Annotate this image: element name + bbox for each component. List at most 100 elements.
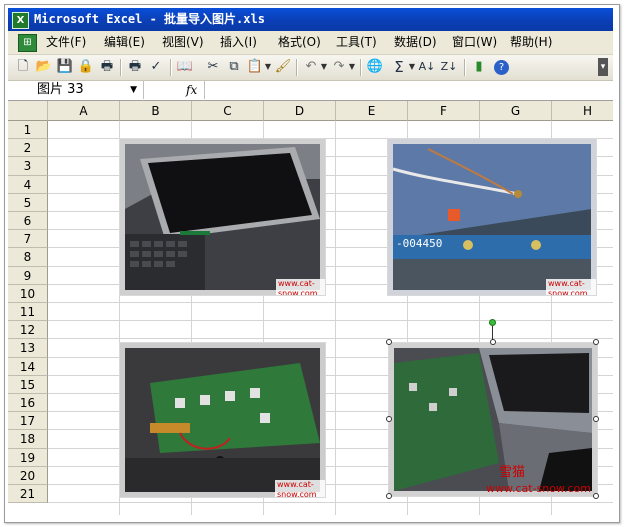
menu-format[interactable]: 格式(O): [278, 34, 321, 51]
copy-icon[interactable]: ⧉: [225, 58, 243, 76]
gridline: [48, 302, 613, 303]
row-header[interactable]: 16: [8, 394, 48, 413]
row-header[interactable]: 12: [8, 321, 48, 340]
menu-edit[interactable]: 编辑(E): [104, 34, 145, 51]
formula-input[interactable]: [204, 81, 610, 99]
motherboard-image: [120, 343, 325, 497]
column-header-d[interactable]: D: [264, 101, 336, 121]
watermark-text: www.cat-snow.com: [486, 482, 591, 495]
row-header[interactable]: 17: [8, 412, 48, 431]
name-box[interactable]: 图片 33 ▼: [11, 81, 144, 99]
row-header[interactable]: 1: [8, 121, 48, 140]
column-header-a[interactable]: A: [48, 101, 120, 121]
print-preview-icon[interactable]: 🖶: [126, 58, 144, 76]
resize-handle-se[interactable]: [593, 493, 599, 499]
menu-insert[interactable]: 插入(I): [220, 34, 257, 51]
paste-icon[interactable]: 📋: [246, 58, 264, 76]
column-header-e[interactable]: E: [336, 101, 408, 121]
watermark-text: www.cat-snow.com: [546, 279, 596, 295]
picture-laptop-open[interactable]: 雪猫 www.cat-snow.com: [389, 343, 597, 496]
column-header-c[interactable]: C: [192, 101, 264, 121]
chart-wizard-icon[interactable]: ▮: [470, 58, 488, 76]
resize-handle-sw[interactable]: [386, 493, 392, 499]
toolbar-separator: [360, 59, 362, 76]
row-header[interactable]: 2: [8, 139, 48, 158]
row-header[interactable]: 15: [8, 375, 48, 394]
excel-icon: X: [12, 12, 29, 29]
cut-icon[interactable]: ✂: [204, 58, 222, 76]
column-header-g[interactable]: G: [480, 101, 552, 121]
row-header[interactable]: 11: [8, 303, 48, 322]
menu-help[interactable]: 帮助(H): [510, 34, 552, 51]
row-header[interactable]: 20: [8, 466, 48, 485]
column-header-f[interactable]: F: [408, 101, 480, 121]
resize-handle-w[interactable]: [386, 416, 392, 422]
resize-handle-nw[interactable]: [386, 339, 392, 345]
column-header-b[interactable]: B: [120, 101, 192, 121]
redo-icon[interactable]: ↷: [330, 58, 348, 76]
rotate-handle[interactable]: [489, 319, 496, 326]
menu-bar: ⊞ 文件(F) 编辑(E) 视图(V) 插入(I) 格式(O) 工具(T) 数据…: [8, 31, 613, 55]
resize-handle-n[interactable]: [490, 339, 496, 345]
window-title: Microsoft Excel - 批量导入图片.xls: [34, 12, 265, 26]
menu-file[interactable]: 文件(F): [46, 34, 86, 51]
menu-view[interactable]: 视图(V): [162, 34, 204, 51]
sort-ascending-icon[interactable]: A↓: [418, 58, 436, 76]
workbook-icon[interactable]: ⊞: [18, 34, 37, 52]
menu-window[interactable]: 窗口(W): [452, 34, 497, 51]
wifi-card-image: [388, 139, 596, 295]
fx-icon[interactable]: fx: [186, 81, 197, 99]
toolbar-options-icon[interactable]: ▾: [598, 58, 608, 76]
autosum-dropdown-icon[interactable]: ▼: [408, 58, 416, 76]
row-header[interactable]: 19: [8, 448, 48, 467]
name-box-value: 图片 33: [37, 82, 84, 97]
column-header-h[interactable]: H: [552, 101, 613, 121]
toolbar-separator: [296, 59, 298, 76]
row-header[interactable]: 9: [8, 266, 48, 285]
row-header[interactable]: 21: [8, 485, 48, 504]
autosum-icon[interactable]: Σ: [390, 58, 408, 76]
save-icon[interactable]: 💾: [56, 58, 74, 76]
watermark-text: www.cat-snow.com: [276, 279, 325, 295]
permission-icon[interactable]: 🔒: [77, 58, 95, 76]
undo-icon[interactable]: ↶: [302, 58, 320, 76]
row-header[interactable]: 8: [8, 248, 48, 267]
paste-dropdown-icon[interactable]: ▼: [264, 58, 272, 76]
picture-motherboard[interactable]: www.cat-snow.com: [120, 343, 325, 497]
open-icon[interactable]: 📂: [35, 58, 53, 76]
row-header[interactable]: 3: [8, 157, 48, 176]
undo-dropdown-icon[interactable]: ▼: [320, 58, 328, 76]
row-header[interactable]: 7: [8, 230, 48, 249]
new-icon[interactable]: 🗋: [14, 58, 32, 76]
redo-dropdown-icon[interactable]: ▼: [348, 58, 356, 76]
resize-handle-ne[interactable]: [593, 339, 599, 345]
picture-laptop-screen[interactable]: www.cat-snow.com: [120, 139, 325, 295]
help-icon[interactable]: ?: [494, 60, 509, 75]
standard-toolbar: 🗋 📂 💾 🔒 🖶 🖶 ✓ 📖 ✂ ⧉ 📋 ▼ 🖌 ↶ ▼ ↷ ▼ 🌐 Σ ▼ …: [8, 55, 613, 81]
resize-handle-e[interactable]: [593, 416, 599, 422]
row-header[interactable]: 14: [8, 357, 48, 376]
row-header[interactable]: 18: [8, 430, 48, 449]
sort-descending-icon[interactable]: Z↓: [440, 58, 458, 76]
row-header[interactable]: 6: [8, 212, 48, 231]
name-box-dropdown-icon[interactable]: ▼: [130, 81, 137, 99]
toolbar-separator: [120, 59, 122, 76]
row-header[interactable]: 10: [8, 284, 48, 303]
select-all-corner[interactable]: [8, 101, 48, 121]
laptop-screen-image: [120, 139, 325, 295]
brand-watermark: 雪猫: [499, 465, 526, 480]
title-bar: X Microsoft Excel - 批量导入图片.xls: [8, 8, 613, 31]
print-icon[interactable]: 🖶: [98, 58, 116, 76]
hyperlink-icon[interactable]: 🌐: [366, 58, 384, 76]
card-label: -004450: [396, 237, 443, 250]
format-painter-icon[interactable]: 🖌: [274, 58, 292, 76]
menu-data[interactable]: 数据(D): [394, 34, 437, 51]
picture-wifi-card[interactable]: -004450 www.cat-snow.com: [388, 139, 596, 295]
menu-tools[interactable]: 工具(T): [336, 34, 377, 51]
toolbar-separator: [464, 59, 466, 76]
research-icon[interactable]: 📖: [176, 58, 194, 76]
row-header[interactable]: 13: [8, 339, 48, 358]
row-header[interactable]: 5: [8, 193, 48, 212]
row-header[interactable]: 4: [8, 175, 48, 194]
spelling-icon[interactable]: ✓: [147, 58, 165, 76]
